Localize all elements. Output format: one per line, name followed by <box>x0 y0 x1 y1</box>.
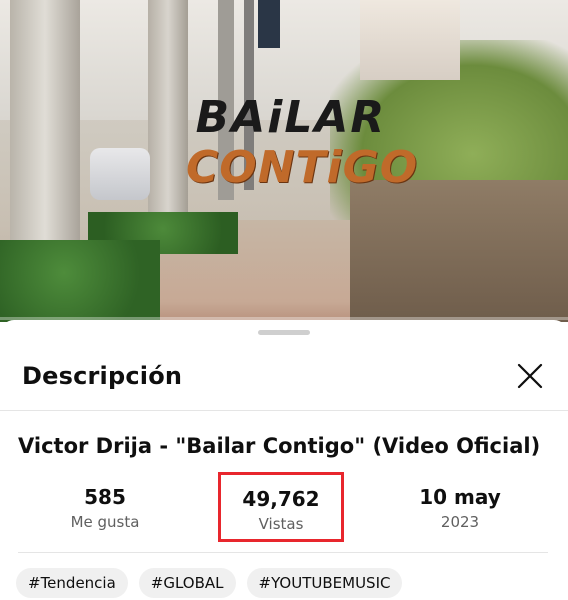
video-wall <box>350 180 568 322</box>
description-sheet: Descripción Victor Drija - "Bailar Conti… <box>0 320 568 600</box>
header-divider <box>0 410 568 411</box>
video-title-logo: BAiLAR CONTiGO <box>186 92 419 193</box>
video-title: Victor Drija - "Bailar Contigo" (Video O… <box>18 434 541 458</box>
likes-count: 585 <box>84 485 126 509</box>
hashtag-chip[interactable]: #YOUTUBEMUSIC <box>246 568 403 598</box>
video-street-sign <box>258 0 280 48</box>
hashtag-chip[interactable]: #GLOBAL <box>138 568 236 598</box>
video-palm-trunk <box>148 0 188 215</box>
video-player[interactable]: BAiLAR CONTiGO <box>0 0 568 322</box>
video-building <box>360 0 460 80</box>
sheet-header: Descripción <box>0 350 568 410</box>
video-palm-trunk <box>10 0 80 250</box>
views-label: Vistas <box>258 515 304 533</box>
sheet-title: Descripción <box>22 362 183 390</box>
stats-divider <box>18 552 548 553</box>
sheet-drag-handle[interactable] <box>258 330 310 335</box>
likes-stat: 585 Me gusta <box>60 485 150 531</box>
likes-label: Me gusta <box>70 513 140 531</box>
hashtag-list: #Tendencia #GLOBAL #YOUTUBEMUSIC <box>16 568 403 598</box>
publish-date: 10 may <box>419 485 501 509</box>
views-stat: 49,762 Vistas <box>218 472 344 542</box>
video-hedge <box>0 240 160 322</box>
video-car <box>90 148 150 200</box>
publish-date-stat: 10 may 2023 <box>400 485 520 531</box>
publish-year: 2023 <box>440 513 480 531</box>
video-title-line1: BAiLAR <box>195 92 387 143</box>
close-icon[interactable] <box>516 362 544 390</box>
views-count: 49,762 <box>242 487 320 511</box>
hashtag-chip[interactable]: #Tendencia <box>16 568 128 598</box>
video-title-line2: CONTiGO <box>186 142 419 193</box>
